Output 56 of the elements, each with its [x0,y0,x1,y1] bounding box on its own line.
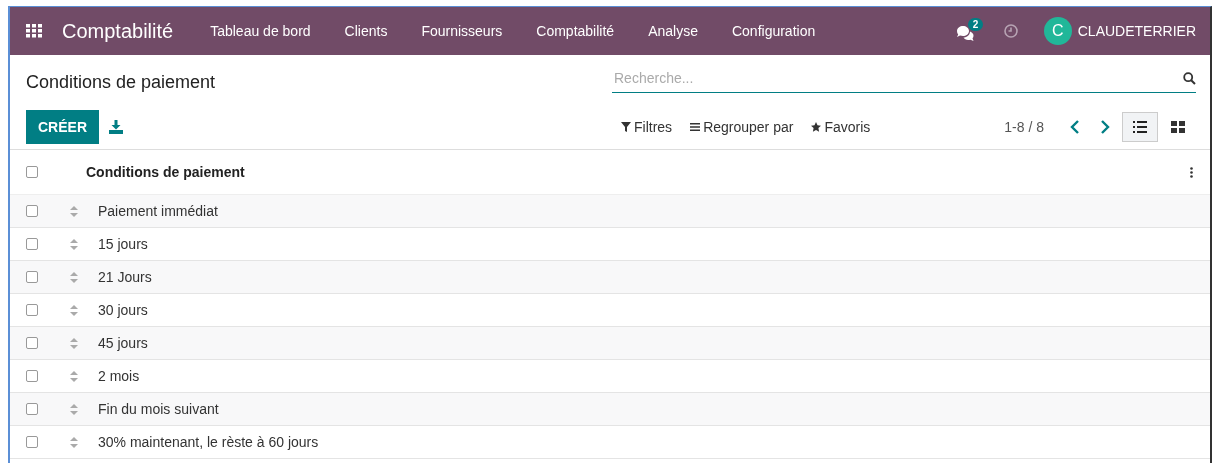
search-icon[interactable] [1183,71,1196,85]
apps-menu-icon[interactable] [26,24,42,38]
sort-handle-icon[interactable] [70,337,78,349]
list-icon [690,121,701,132]
next-icon[interactable] [1100,119,1110,134]
filter-menu-button[interactable]: Favoris [811,118,871,135]
sort-handle-icon[interactable] [70,403,78,415]
filter-menu-button[interactable]: Filtres [621,118,673,135]
checkbox[interactable] [26,436,38,448]
table-cell-text: Paiement immédiat [98,203,219,219]
clock-icon[interactable] [1003,24,1018,38]
column-header[interactable]: Conditions de paiement [70,164,1190,180]
user-name[interactable]: CLAUDETERRIER [1077,23,1196,39]
sort-handle-icon[interactable] [70,436,78,448]
checkbox[interactable] [26,403,38,415]
checkbox[interactable] [26,304,38,316]
checkbox[interactable] [26,166,38,178]
checkbox[interactable] [26,370,38,382]
table-cell-text: 15 jours [98,236,149,252]
table-cell-text: Fin du mois suivant [98,401,220,417]
checkbox[interactable] [26,271,38,283]
more-options-icon[interactable] [1190,166,1193,178]
list-view-icon [1133,120,1147,133]
table-cell-text: 30 jours [98,302,149,318]
checkbox[interactable] [26,337,38,349]
menu-item[interactable]: Tableau de bord [210,23,311,39]
grid-view-icon [1171,120,1185,133]
checkbox[interactable] [26,205,38,217]
table-cell-text: 2 mois [98,368,141,384]
filter-icon [621,121,631,132]
page-title: Conditions de paiement [26,72,217,93]
menu-item[interactable]: Clients [344,23,388,39]
star-icon [811,121,822,132]
previous-icon[interactable] [1070,119,1080,134]
table-cell-text: 21 Jours [98,269,153,285]
search-field[interactable]: Recherche... [612,70,1183,86]
sort-handle-icon[interactable] [70,370,78,382]
sort-handle-icon[interactable] [70,304,78,316]
message-count-badge: 2 [967,18,984,31]
menu-item[interactable]: Comptabilité [536,23,615,39]
view-switch-button[interactable] [1122,111,1158,142]
menu-item[interactable]: Analyse [648,23,698,39]
menu-item[interactable]: Configuration [731,23,816,39]
table-cell-text: 45 jours [98,335,149,351]
filter-menu-button[interactable]: Regrouper par [690,118,794,135]
checkbox[interactable] [26,238,38,250]
app-title[interactable]: Comptabilité [62,19,174,43]
pager-value[interactable]: 1-8 / 8 [1004,118,1044,135]
sort-handle-icon[interactable] [70,205,78,217]
download-icon[interactable] [109,119,123,134]
table-cell-text: 30% maintenant, le rèste à 60 jours [98,434,320,450]
create-button[interactable]: CRÉER [26,109,99,144]
chat-icon[interactable] [955,26,974,42]
sort-handle-icon[interactable] [70,238,78,250]
sort-handle-icon[interactable] [70,271,78,283]
menu-item[interactable]: Fournisseurs [421,23,503,39]
